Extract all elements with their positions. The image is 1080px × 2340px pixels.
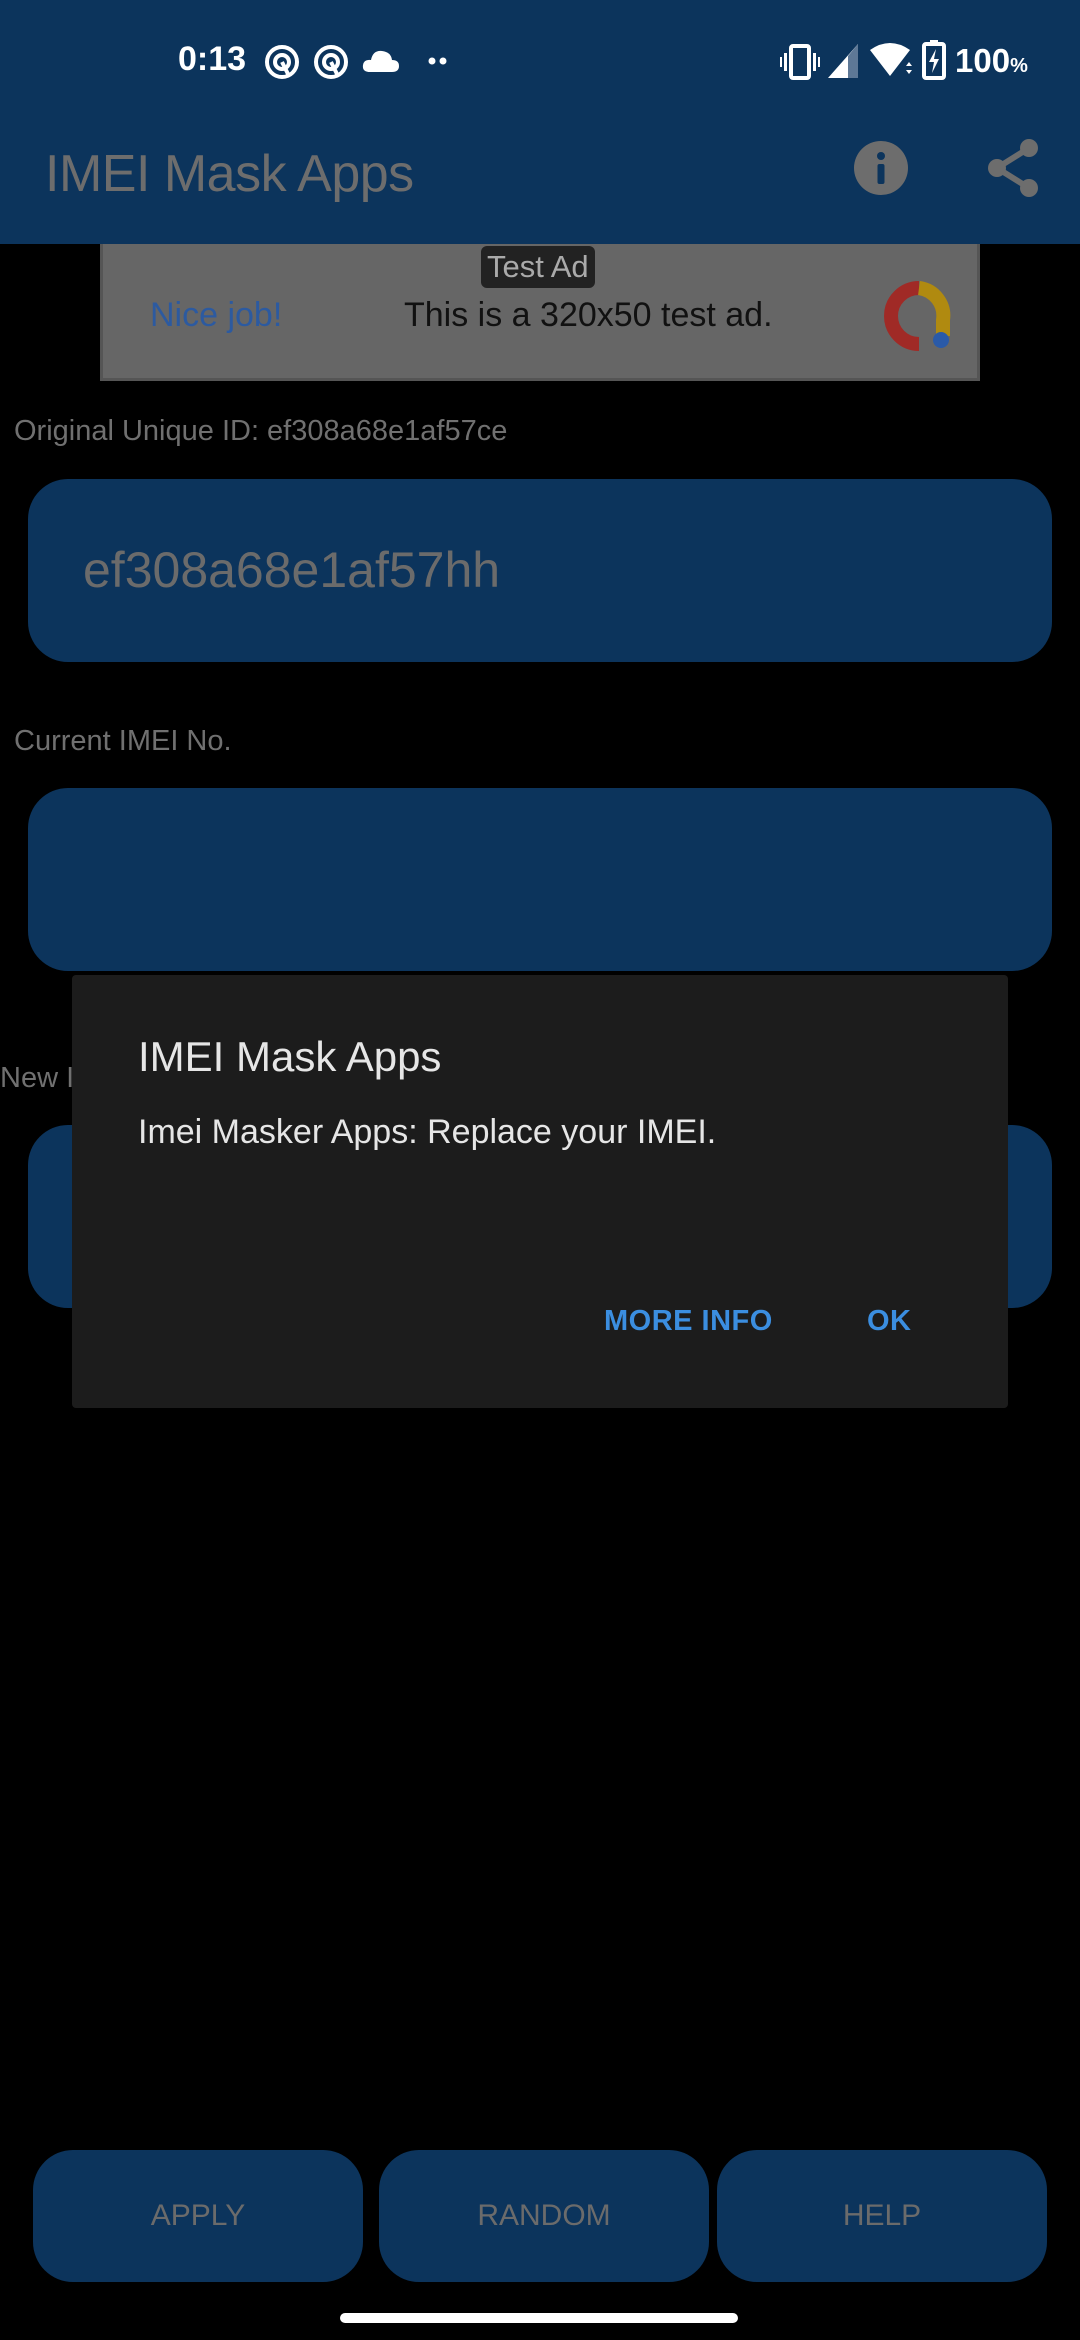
- home-indicator[interactable]: [340, 2313, 738, 2323]
- dialog-title: IMEI Mask Apps: [138, 1033, 442, 1080]
- alert-dialog: IMEI Mask Apps Imei Masker Apps: Replace…: [72, 975, 1008, 1408]
- dialog-message: Imei Masker Apps: Replace your IMEI.: [138, 1113, 717, 1151]
- ok-button[interactable]: OK: [867, 1305, 912, 1338]
- more-info-button[interactable]: MORE INFO: [604, 1305, 773, 1338]
